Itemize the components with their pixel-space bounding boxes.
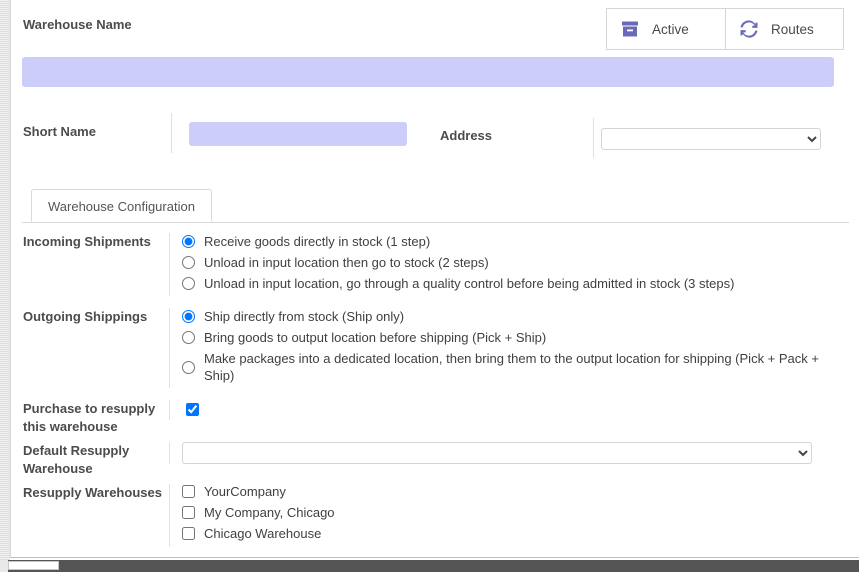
checkbox-yourcompany[interactable]	[182, 485, 195, 498]
radio-outgoing-pick-pack-ship[interactable]: Make packages into a dedicated location,…	[182, 350, 859, 384]
radio-input-outgoing-pick-pack-ship[interactable]	[182, 361, 195, 374]
purchase-to-resupply-label: Purchase to resupply this warehouse	[23, 401, 156, 434]
checkbox-chicago-warehouse[interactable]	[182, 527, 195, 540]
stat-button-active[interactable]: Active	[607, 9, 725, 49]
warehouse-name-input[interactable]	[22, 57, 834, 87]
radio-incoming-1-step[interactable]: Receive goods directly in stock (1 step)	[182, 233, 859, 250]
horizontal-scrollbar-corner	[0, 560, 8, 572]
short-name-label: Short Name	[23, 124, 96, 139]
archive-box-icon	[619, 18, 641, 40]
field-row-resupply-warehouses: Resupply Warehouses YourCompany My Compa…	[11, 484, 859, 547]
checkbox-label-yourcompany: YourCompany	[204, 484, 286, 499]
warehouse-form-panel: Active Routes Warehouse Name Short Name …	[10, 0, 859, 558]
field-row-outgoing-shippings: Outgoing Shippings Ship directly from st…	[11, 308, 859, 388]
radio-label-outgoing-pick-ship: Bring goods to output location before sh…	[204, 330, 547, 345]
field-row-default-resupply-warehouse: Default Resupply Warehouse	[11, 442, 859, 478]
checkbox-label-my-company-chicago: My Company, Chicago	[204, 505, 335, 520]
purchase-to-resupply-checkbox[interactable]	[186, 403, 199, 416]
stat-button-routes[interactable]: Routes	[725, 9, 843, 49]
incoming-shipments-label: Incoming Shipments	[23, 234, 151, 249]
radio-label-incoming-3-steps: Unload in input location, go through a q…	[204, 276, 735, 291]
incoming-shipments-options: Receive goods directly in stock (1 step)…	[169, 233, 859, 296]
radio-label-outgoing-ship-only: Ship directly from stock (Ship only)	[204, 309, 405, 324]
vertical-scrollbar[interactable]	[0, 0, 10, 560]
field-row-incoming-shipments: Incoming Shipments Receive goods directl…	[11, 233, 859, 296]
radio-outgoing-pick-ship[interactable]: Bring goods to output location before sh…	[182, 329, 859, 346]
radio-input-incoming-3-steps[interactable]	[182, 277, 195, 290]
radio-input-outgoing-pick-ship[interactable]	[182, 331, 195, 344]
checkbox-row-yourcompany[interactable]: YourCompany	[182, 484, 859, 499]
radio-input-incoming-1-step[interactable]	[182, 235, 195, 248]
outgoing-shippings-label: Outgoing Shippings	[23, 309, 148, 324]
purchase-to-resupply-control	[169, 400, 859, 420]
address-select[interactable]	[601, 128, 821, 150]
checkbox-row-chicago-warehouse[interactable]: Chicago Warehouse	[182, 526, 859, 541]
tab-strip: Warehouse Configuration	[22, 189, 849, 223]
warehouse-configuration-fields: Incoming Shipments Receive goods directl…	[11, 233, 859, 547]
checkbox-row-my-company-chicago[interactable]: My Company, Chicago	[182, 505, 859, 520]
stat-button-routes-label: Routes	[771, 21, 814, 37]
horizontal-scrollbar[interactable]	[0, 560, 859, 572]
radio-outgoing-ship-only[interactable]: Ship directly from stock (Ship only)	[182, 308, 859, 325]
radio-label-outgoing-pick-pack-ship: Make packages into a dedicated location,…	[204, 351, 819, 383]
radio-incoming-3-steps[interactable]: Unload in input location, go through a q…	[182, 275, 859, 292]
short-name-divider	[171, 113, 172, 153]
tab-warehouse-configuration[interactable]: Warehouse Configuration	[31, 189, 212, 222]
radio-label-incoming-1-step: Receive goods directly in stock (1 step)	[204, 234, 431, 249]
address-divider	[593, 118, 594, 158]
default-resupply-warehouse-select[interactable]	[182, 442, 812, 464]
field-row-purchase-to-resupply: Purchase to resupply this warehouse	[11, 400, 859, 436]
default-resupply-warehouse-label: Default Resupply Warehouse	[23, 443, 130, 476]
radio-input-outgoing-ship-only[interactable]	[182, 310, 195, 323]
stat-button-group: Active Routes	[606, 8, 844, 50]
checkbox-label-chicago-warehouse: Chicago Warehouse	[204, 526, 322, 541]
horizontal-scrollbar-thumb[interactable]	[8, 561, 59, 570]
resupply-warehouses-options: YourCompany My Company, Chicago Chicago …	[169, 484, 859, 547]
short-name-input[interactable]	[189, 122, 407, 146]
refresh-sync-icon	[738, 18, 760, 40]
page-viewport: Active Routes Warehouse Name Short Name …	[0, 0, 859, 572]
radio-input-incoming-2-steps[interactable]	[182, 256, 195, 269]
radio-label-incoming-2-steps: Unload in input location then go to stoc…	[204, 255, 489, 270]
stat-button-active-label: Active	[652, 21, 689, 37]
warehouse-name-label: Warehouse Name	[23, 17, 132, 32]
outgoing-shippings-options: Ship directly from stock (Ship only) Bri…	[169, 308, 859, 388]
resupply-warehouses-label: Resupply Warehouses	[23, 485, 162, 500]
address-label: Address	[440, 128, 493, 143]
radio-incoming-2-steps[interactable]: Unload in input location then go to stoc…	[182, 254, 859, 271]
default-resupply-warehouse-control	[169, 442, 859, 464]
checkbox-my-company-chicago[interactable]	[182, 506, 195, 519]
